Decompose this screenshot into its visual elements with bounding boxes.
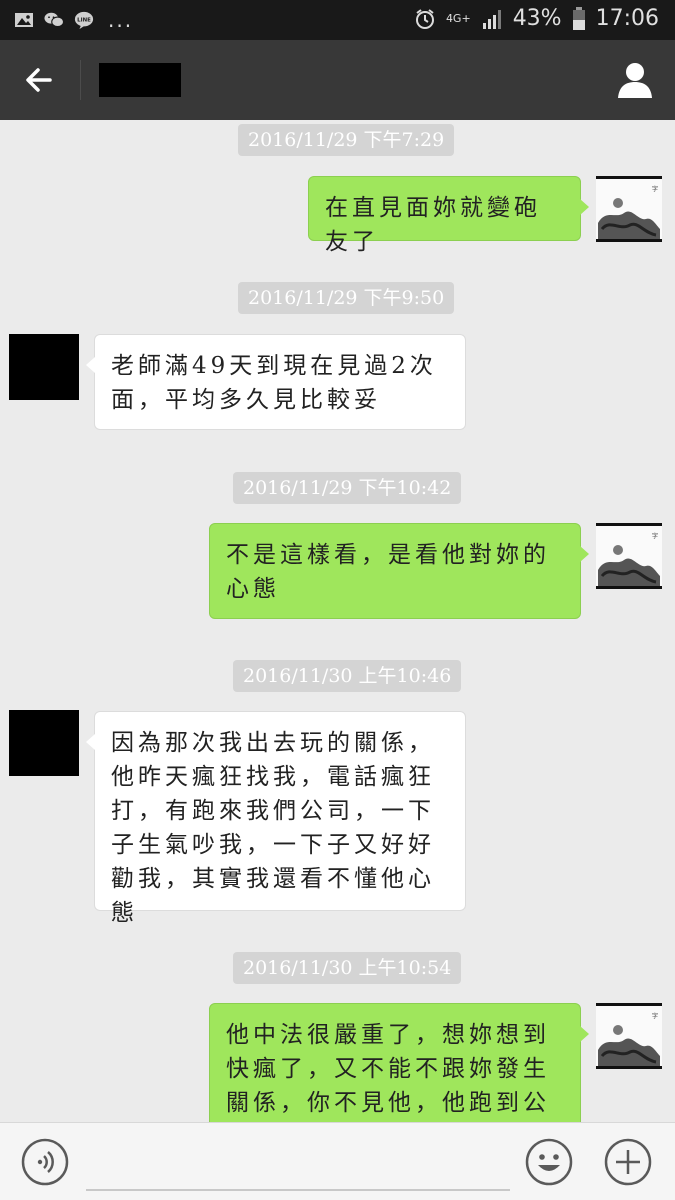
emoji-icon[interactable] [524, 1137, 574, 1187]
status-bar: LINE ... 4G+ 43% 17:06 [0, 0, 675, 40]
contact-avatar[interactable] [9, 334, 79, 400]
message-bubble-outgoing[interactable]: 不是這樣看，是看他對妳的心態 [209, 523, 589, 619]
message-bubble-outgoing[interactable]: 在直見面妳就變砲友了 [308, 176, 589, 255]
ink-painting-avatar-icon: 字 [596, 1006, 662, 1066]
message-list[interactable]: 2016/11/29 下午7:29 在直見面妳就變砲友了 字 2016/11/2… [0, 120, 675, 1122]
gallery-icon [15, 13, 33, 27]
message-bubble-incoming[interactable]: 因為那次我出去玩的關係，他昨天瘋狂找我，電話瘋狂打，有跑來我們公司，一下子生氣吵… [86, 711, 466, 926]
person-icon[interactable] [613, 58, 657, 102]
timestamp: 2016/11/29 下午9:50 [238, 282, 455, 314]
timestamp: 2016/11/30 上午10:54 [233, 952, 462, 984]
clock: 17:06 [595, 6, 659, 31]
message-input[interactable] [86, 1135, 510, 1191]
wechat-icon [44, 12, 64, 28]
timestamp: 2016/11/30 上午10:46 [233, 660, 462, 692]
line-icon: LINE [74, 11, 94, 30]
back-arrow-icon[interactable] [20, 60, 60, 100]
notification-icons: LINE ... [14, 8, 133, 32]
svg-text:字: 字 [652, 532, 658, 540]
alarm-icon [415, 8, 434, 29]
voice-icon[interactable] [20, 1137, 70, 1187]
ink-painting-avatar-icon: 字 [596, 179, 662, 239]
system-indicators: 4G+ 43% 17:06 [414, 6, 659, 31]
svg-text:字: 字 [652, 1012, 658, 1020]
my-avatar[interactable]: 字 [596, 176, 662, 242]
timestamp: 2016/11/29 下午10:42 [233, 472, 462, 504]
network-type: 4G+ [445, 12, 471, 25]
overflow-dots: ... [108, 8, 134, 32]
input-bar [0, 1122, 675, 1200]
svg-text:LINE: LINE [77, 17, 91, 23]
message-bubble-incoming[interactable]: 老師滿49天到現在見過2次面，平均多久見比較妥 [86, 334, 466, 430]
plus-icon[interactable] [603, 1137, 653, 1187]
ink-painting-avatar-icon: 字 [596, 526, 662, 586]
my-avatar[interactable]: 字 [596, 1003, 662, 1069]
battery-percent: 43% [512, 6, 562, 31]
message-bubble-outgoing[interactable]: 他中法很嚴重了，想妳想到快瘋了，又不能不跟妳發生關係，你不見他，他跑到公司找 [209, 1003, 589, 1122]
chat-header [0, 40, 675, 120]
contact-avatar[interactable] [9, 710, 79, 776]
battery-icon [572, 6, 585, 30]
header-divider [80, 60, 81, 100]
signal-icon [482, 9, 501, 29]
timestamp: 2016/11/29 下午7:29 [238, 124, 455, 156]
my-avatar[interactable]: 字 [596, 523, 662, 589]
chat-title-redacted [99, 63, 181, 97]
svg-text:字: 字 [652, 185, 658, 193]
